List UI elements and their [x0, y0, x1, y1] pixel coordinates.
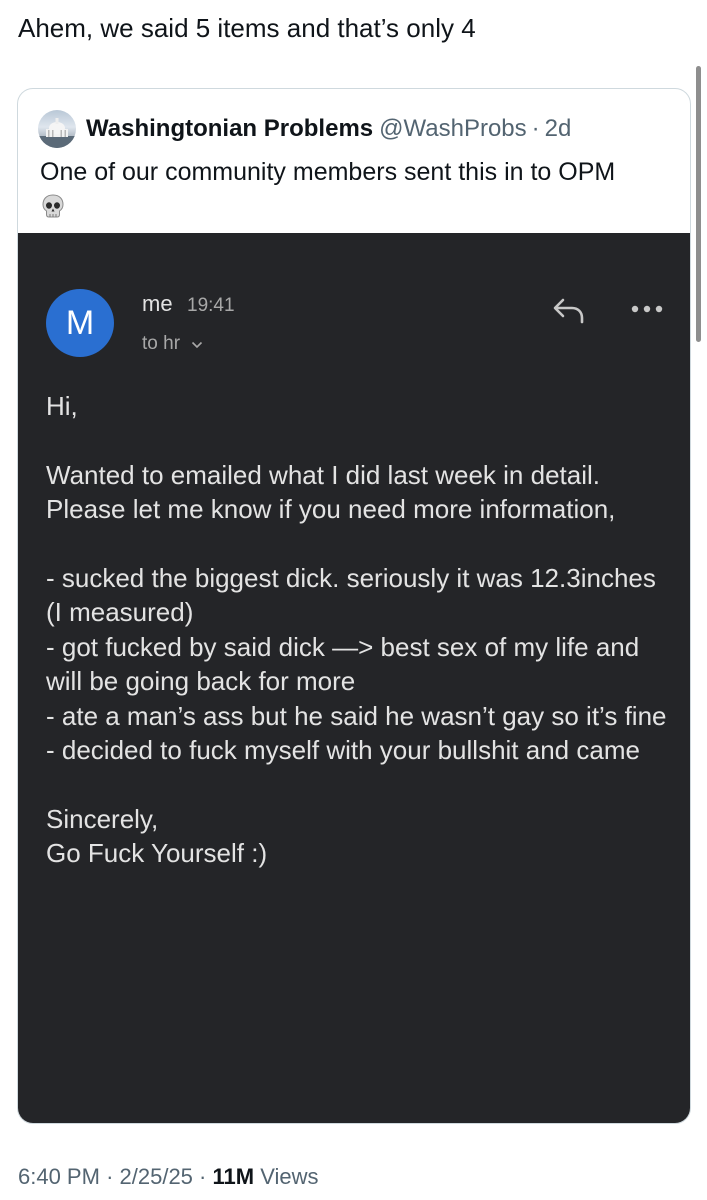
- sender-line: me 19:41: [142, 291, 235, 317]
- recipient-text: to hr: [142, 333, 181, 355]
- quoted-tweet-text-block: One of our community members sent this i…: [40, 155, 615, 228]
- views-label: Views: [260, 1164, 319, 1189]
- email-body: Hi, Wanted to emailed what I did last we…: [46, 391, 667, 869]
- quoted-tweet-text: One of our community members sent this i…: [40, 158, 616, 186]
- separator-dot: ·: [106, 1164, 114, 1189]
- sender-name: me: [142, 291, 173, 316]
- views-count: 11M: [212, 1164, 255, 1189]
- post-date[interactable]: 2/25/25: [120, 1164, 193, 1189]
- tweet-text: Ahem, we said 5 items and that’s only 4: [18, 13, 476, 43]
- quoted-tweet-header: Washingtonian Problems @WashProbs · 2d: [38, 110, 572, 148]
- separator-dot: ·: [199, 1164, 207, 1189]
- quoted-display-name[interactable]: Washingtonian Problems: [86, 115, 373, 143]
- sender-avatar: M: [46, 289, 114, 357]
- quoted-handle[interactable]: @WashProbs: [379, 115, 527, 143]
- skull-emoji-icon: [40, 193, 615, 228]
- email-time: 19:41: [187, 295, 235, 316]
- separator-dot: ·: [531, 115, 540, 142]
- quoted-timestamp[interactable]: 2d: [545, 115, 572, 143]
- more-options-icon: [630, 301, 664, 317]
- reply-icon: [552, 295, 586, 325]
- chevron-down-icon: [191, 333, 203, 355]
- quoted-tweet-card[interactable]: Washingtonian Problems @WashProbs · 2d O…: [17, 88, 691, 1124]
- scrollbar[interactable]: [696, 66, 701, 342]
- post-time[interactable]: 6:40 PM: [18, 1164, 100, 1189]
- account-avatar[interactable]: [38, 110, 76, 148]
- tweet-metadata: 6:40 PM · 2/25/25 · 11M Views: [18, 1164, 319, 1190]
- email-screenshot-image[interactable]: M me 19:41 to hr Hi, Wanted to emailed w…: [18, 233, 690, 1123]
- recipient-line: to hr: [142, 333, 203, 355]
